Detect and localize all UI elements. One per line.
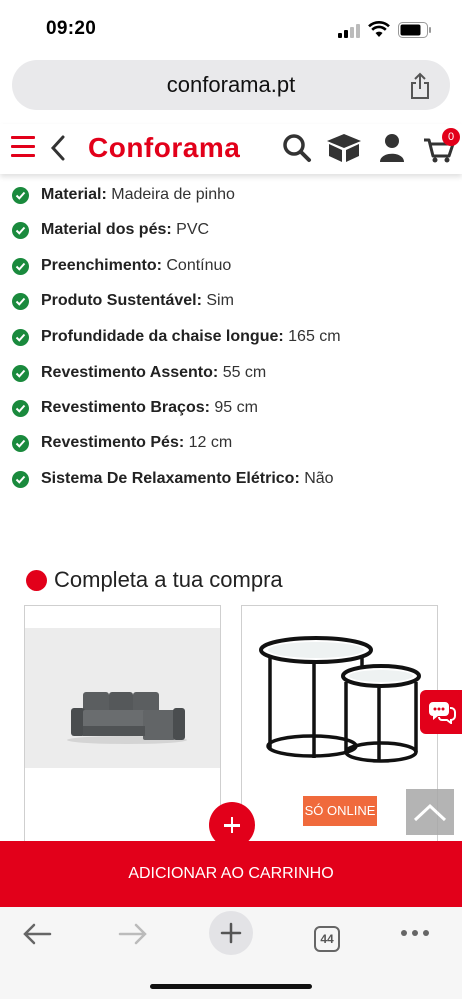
spec-value: Madeira de pinho [111,186,235,203]
tabs-button[interactable]: 44 [314,926,340,952]
check-icon [12,435,29,452]
box-icon[interactable] [325,132,363,164]
new-tab-button[interactable] [209,911,253,955]
back-icon[interactable] [48,134,68,162]
plus-icon[interactable] [209,802,255,848]
spec-value: Sim [206,292,234,309]
spec-label: Profundidade da chaise longue: [41,328,284,345]
spec-value: 12 cm [188,434,233,451]
url-text[interactable]: conforama.pt [12,72,450,98]
check-icon [12,329,29,346]
chat-icon[interactable] [420,690,462,734]
spec-value: Não [304,470,334,487]
sofa-image[interactable] [65,686,190,746]
address-bar[interactable]: conforama.pt [12,60,450,110]
logo[interactable]: Conforama [88,132,240,164]
add-to-cart-button[interactable]: ADICIONAR AO CARRINHO [0,841,462,907]
spec-label: Material dos pés: [41,221,172,238]
spec-label: Material: [41,186,107,203]
online-only-badge: SÓ ONLINE [303,796,377,826]
check-icon [12,365,29,382]
share-icon[interactable] [408,72,432,100]
check-icon [12,471,29,488]
tables-image[interactable] [256,636,426,766]
spec-label: Produto Sustentável: [41,292,202,309]
check-icon [12,293,29,310]
scroll-top-button[interactable] [406,789,454,835]
product-card-sofa[interactable] [24,605,221,855]
cart-count: 0 [447,131,455,143]
site-header: Conforama 0 [0,124,462,174]
spec-value: 55 cm [222,364,267,381]
arrow-right-icon[interactable] [118,921,148,947]
spec-value: 165 cm [288,328,341,345]
home-indicator [150,984,312,989]
battery-icon [398,22,431,38]
status-bar: 09:20 [0,0,462,58]
check-icon [12,400,29,417]
spec-label: Preenchimento: [41,257,162,274]
chevron-up-icon [413,803,447,822]
spec-label: Revestimento Braços: [41,399,210,416]
spec-value: Contínuo [166,257,232,274]
section-title: Completa a tua compra [54,567,283,592]
spec-value: PVC [176,221,210,238]
more-icon[interactable] [400,929,430,937]
status-time: 09:20 [46,18,97,39]
user-icon[interactable] [378,132,406,164]
check-icon [12,187,29,204]
spec-label: Revestimento Pés: [41,434,185,451]
spec-label: Revestimento Assento: [41,364,219,381]
signal-icon [338,22,362,38]
menu-icon[interactable] [11,136,35,158]
plus-icon [220,922,242,944]
spec-value: 95 cm [214,399,258,416]
cart-count-badge: 0 [442,128,460,146]
check-icon [12,222,29,239]
wifi-icon [368,21,390,37]
arrow-left-icon[interactable] [22,921,52,947]
check-icon [12,258,29,275]
search-icon[interactable] [282,132,312,164]
spec-label: Sistema De Relaxamento Elétrico: [41,470,300,487]
